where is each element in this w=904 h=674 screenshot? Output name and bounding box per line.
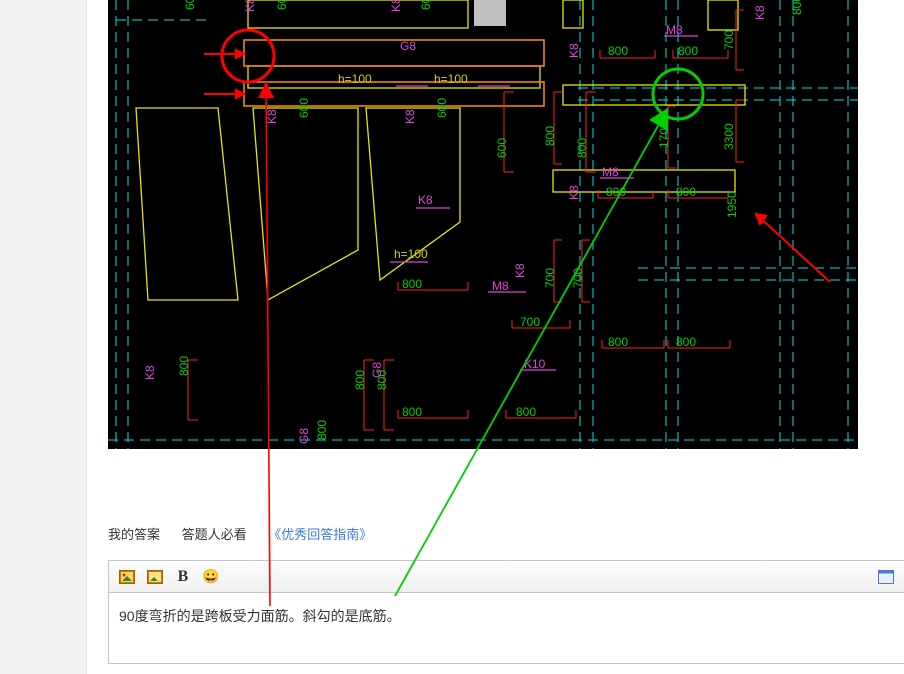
svg-text:h=100: h=100 bbox=[434, 72, 468, 86]
my-answer-label: 我的答案 bbox=[108, 524, 160, 543]
svg-text:800: 800 bbox=[608, 44, 628, 58]
svg-text:h=100: h=100 bbox=[394, 247, 428, 261]
svg-text:800: 800 bbox=[315, 420, 329, 440]
svg-text:700: 700 bbox=[543, 268, 557, 288]
main-panel: 600 800 600 600 600 600 600 800 800 700 … bbox=[86, 0, 904, 674]
svg-text:600: 600 bbox=[495, 138, 509, 158]
svg-text:K8: K8 bbox=[418, 193, 433, 207]
svg-text:800: 800 bbox=[575, 138, 589, 158]
fullscreen-icon bbox=[878, 570, 894, 584]
fullscreen-button[interactable] bbox=[876, 567, 896, 587]
svg-text:G8: G8 bbox=[297, 428, 311, 444]
answer-header: 我的答案 答题人必看 《优秀回答指南》 bbox=[108, 524, 390, 543]
svg-text:800: 800 bbox=[678, 44, 698, 58]
svg-text:M8: M8 bbox=[492, 279, 509, 293]
svg-text:700: 700 bbox=[722, 30, 736, 50]
answer-guide-link[interactable]: 《优秀回答指南》 bbox=[268, 524, 372, 543]
svg-text:K8: K8 bbox=[753, 5, 767, 20]
svg-text:1950: 1950 bbox=[725, 191, 739, 218]
svg-text:800: 800 bbox=[606, 185, 626, 199]
svg-text:K8: K8 bbox=[567, 43, 581, 58]
bold-button[interactable]: B bbox=[173, 567, 193, 587]
image2-icon bbox=[147, 570, 163, 584]
svg-text:800: 800 bbox=[790, 0, 804, 15]
svg-text:K8: K8 bbox=[567, 185, 581, 200]
svg-text:600: 600 bbox=[419, 0, 433, 10]
svg-text:600: 600 bbox=[297, 98, 311, 118]
svg-text:h=100: h=100 bbox=[338, 72, 372, 86]
svg-text:3300: 3300 bbox=[722, 123, 736, 150]
emoji-button[interactable]: 😀 bbox=[201, 567, 221, 587]
answer-editor: B 😀 90度弯折的是跨板受力面筋。斜勾的是底筋。 bbox=[108, 560, 904, 664]
left-gutter bbox=[0, 0, 86, 674]
svg-text:600: 600 bbox=[275, 0, 289, 10]
svg-text:800: 800 bbox=[608, 335, 628, 349]
svg-text:M8: M8 bbox=[666, 23, 683, 37]
editor-textarea[interactable]: 90度弯折的是跨板受力面筋。斜勾的是底筋。 bbox=[109, 593, 904, 663]
svg-text:600: 600 bbox=[183, 0, 197, 10]
cad-drawing: 600 800 600 600 600 600 600 800 800 700 … bbox=[108, 0, 858, 449]
svg-text:600: 600 bbox=[435, 98, 449, 118]
svg-text:700: 700 bbox=[571, 268, 585, 288]
svg-text:800: 800 bbox=[177, 356, 191, 376]
svg-text:K8: K8 bbox=[513, 263, 527, 278]
svg-text:800: 800 bbox=[516, 405, 536, 419]
svg-text:G8: G8 bbox=[370, 362, 384, 378]
svg-text:800: 800 bbox=[353, 370, 367, 390]
svg-text:K8: K8 bbox=[403, 109, 417, 124]
svg-text:G8: G8 bbox=[400, 39, 416, 53]
svg-text:K10: K10 bbox=[524, 357, 546, 371]
svg-text:1700: 1700 bbox=[657, 121, 671, 148]
svg-text:700: 700 bbox=[520, 315, 540, 329]
svg-text:K8: K8 bbox=[389, 0, 403, 12]
svg-text:800: 800 bbox=[676, 335, 696, 349]
insert-image2-button[interactable] bbox=[145, 567, 165, 587]
cad-svg: 600 800 600 600 600 600 600 800 800 700 … bbox=[108, 0, 858, 449]
svg-text:M8: M8 bbox=[602, 165, 619, 179]
image-icon bbox=[119, 570, 135, 584]
svg-text:K8: K8 bbox=[265, 109, 279, 124]
must-read-label: 答题人必看 bbox=[182, 524, 247, 543]
svg-text:K8: K8 bbox=[243, 0, 257, 12]
svg-text:800: 800 bbox=[543, 126, 557, 146]
editor-toolbar: B 😀 bbox=[109, 561, 904, 593]
svg-text:800: 800 bbox=[402, 405, 422, 419]
svg-text:K8: K8 bbox=[143, 365, 157, 380]
insert-image-button[interactable] bbox=[117, 567, 137, 587]
svg-text:800: 800 bbox=[676, 185, 696, 199]
svg-text:800: 800 bbox=[402, 277, 422, 291]
